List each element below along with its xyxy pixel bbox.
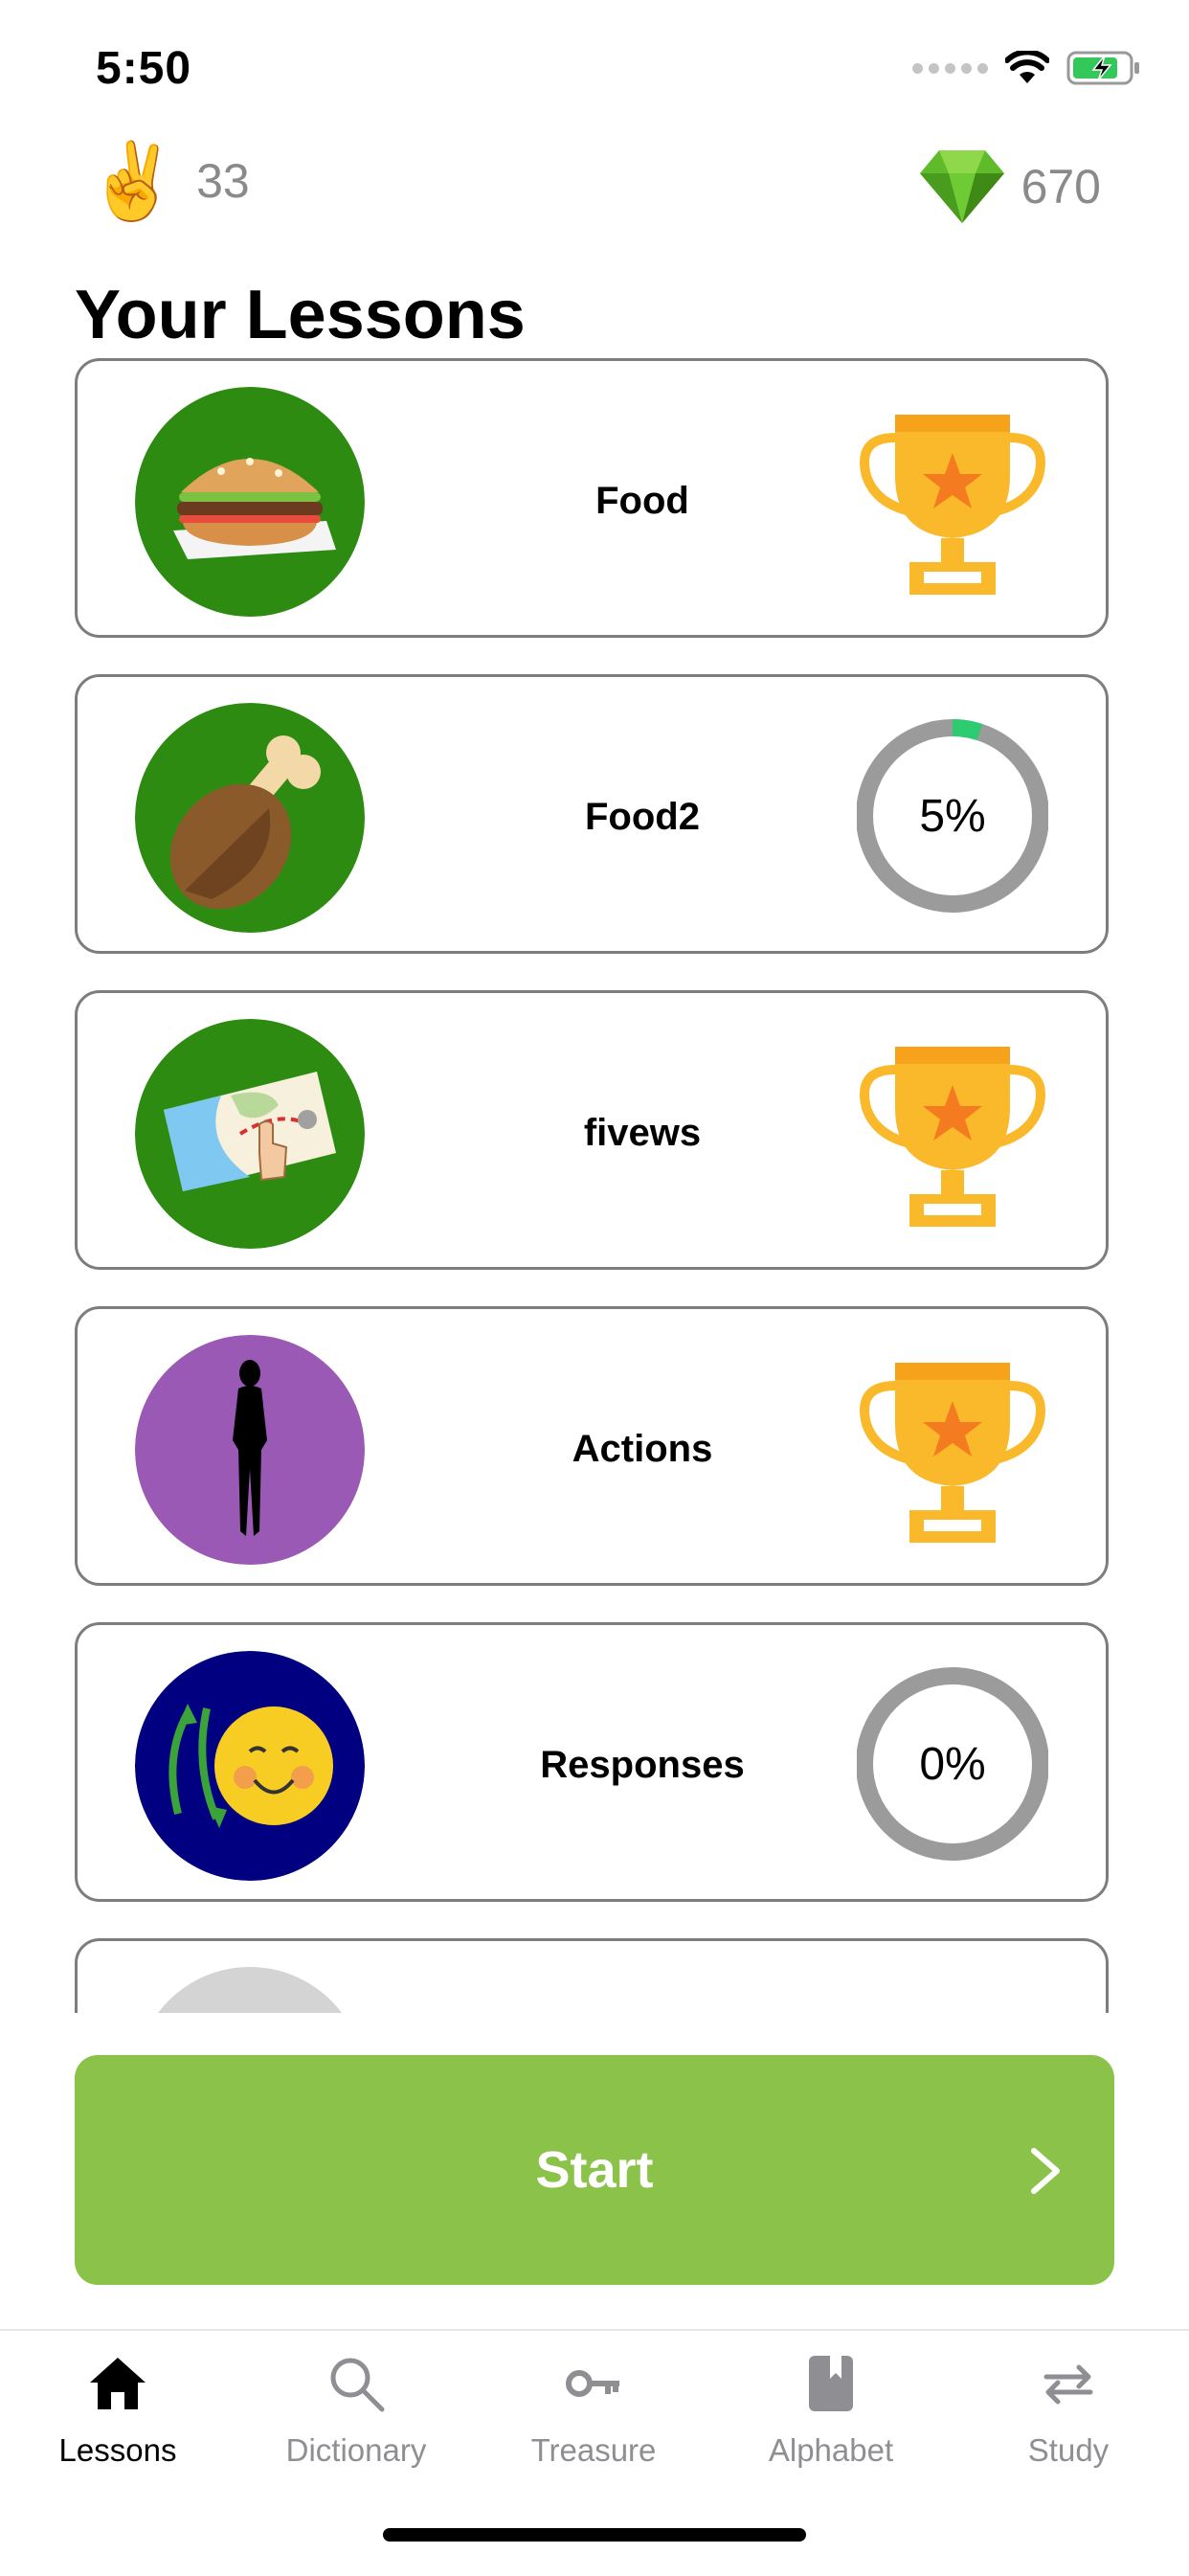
- hamburger-icon: [135, 387, 365, 617]
- signal-dots: [912, 62, 988, 74]
- progress-label: 5%: [919, 790, 986, 842]
- lesson-card-food[interactable]: Food: [75, 358, 1109, 638]
- lesson-image: [135, 1335, 365, 1565]
- lesson-image: [135, 1967, 365, 2013]
- lesson-title: Actions: [572, 1427, 713, 1470]
- status-time: 5:50: [96, 43, 192, 94]
- gem-counter: 670: [918, 148, 1101, 225]
- tab-label: Lessons: [58, 2432, 177, 2468]
- tab-label: Dictionary: [285, 2432, 427, 2468]
- wifi-icon: [1005, 51, 1049, 83]
- home-icon: [90, 2358, 146, 2409]
- tab-lessons[interactable]: Lessons: [3, 2352, 233, 2469]
- progress-ring: 0%: [857, 1663, 1048, 1864]
- start-label: Start: [535, 2141, 654, 2199]
- trophy-icon: [857, 1031, 1048, 1232]
- lesson-card-partial[interactable]: [75, 1938, 1109, 2013]
- tab-alphabet[interactable]: Alphabet: [716, 2352, 946, 2469]
- tab-dictionary[interactable]: Dictionary: [241, 2352, 471, 2469]
- map-icon: [135, 1019, 365, 1249]
- lesson-title: fivews: [583, 1111, 702, 1154]
- tab-treasure[interactable]: Treasure: [479, 2352, 708, 2469]
- key-icon: [566, 2370, 619, 2397]
- lesson-title: Food: [595, 479, 689, 522]
- search-icon: [330, 2358, 385, 2412]
- lesson-image: [135, 703, 365, 933]
- status-icons: [912, 50, 1141, 86]
- chevron-right-icon: [1031, 2148, 1060, 2194]
- lesson-card-fivews[interactable]: fivews: [75, 990, 1109, 1270]
- book-icon: [809, 2356, 853, 2411]
- lesson-image: [135, 387, 365, 617]
- victory-hand-icon: ✌️: [86, 139, 180, 223]
- lesson-image: [135, 1019, 365, 1249]
- tab-label: Alphabet: [768, 2432, 894, 2468]
- page-title: Your Lessons: [75, 277, 526, 353]
- start-button[interactable]: Start: [75, 2055, 1114, 2285]
- chicken-leg-icon: [135, 703, 365, 933]
- lesson-title: Responses: [540, 1743, 745, 1786]
- repeat-icon: [1043, 2364, 1093, 2405]
- tab-label: Treasure: [530, 2432, 657, 2468]
- tab-study[interactable]: Study: [953, 2352, 1183, 2469]
- trophy-icon: [857, 399, 1048, 600]
- lesson-card-food2[interactable]: Food2 5%: [75, 674, 1109, 954]
- streak-count: 33: [196, 154, 250, 208]
- lesson-image: [135, 1651, 365, 1881]
- gem-count: 670: [1021, 160, 1101, 214]
- battery-charging-icon: [1066, 51, 1139, 85]
- smiley-arrows-icon: [135, 1651, 365, 1881]
- progress-ring: 5%: [857, 715, 1048, 916]
- gem-icon: [919, 150, 1004, 223]
- lesson-card-responses[interactable]: Responses 0%: [75, 1622, 1109, 1902]
- home-indicator: [383, 2528, 806, 2542]
- woman-silhouette-icon: [135, 1335, 365, 1565]
- tab-label: Study: [1027, 2432, 1110, 2468]
- lesson-title: Food2: [585, 795, 700, 838]
- lesson-list[interactable]: Food Food2 5% fivews Actions Responses 0…: [75, 358, 1112, 2013]
- streak-counter: ✌️ 33: [86, 144, 250, 218]
- progress-label: 0%: [919, 1738, 986, 1790]
- trophy-icon: [857, 1347, 1048, 1548]
- lesson-card-actions[interactable]: Actions: [75, 1306, 1109, 1586]
